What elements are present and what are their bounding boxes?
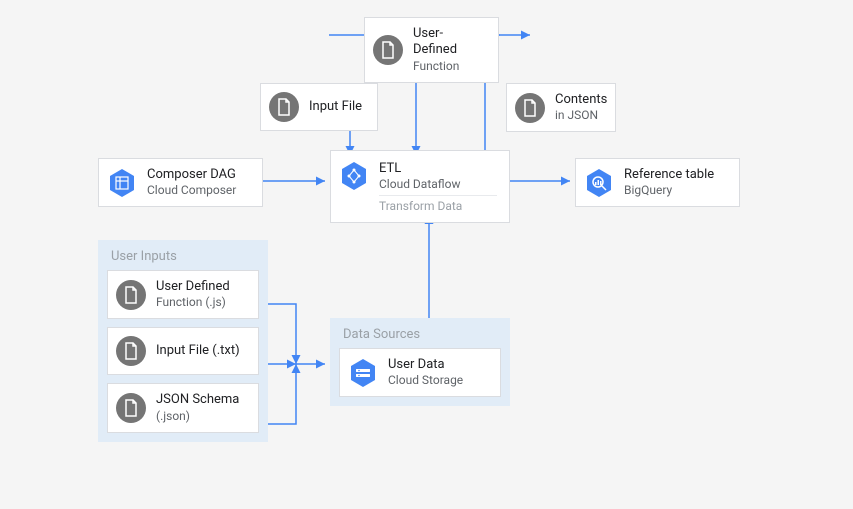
node-title: User-Defined (413, 26, 486, 59)
node-udf-js: User Defined Function (.js) (107, 270, 259, 319)
node-description: Transform Data (379, 195, 497, 214)
node-subtitle: (.json) (156, 409, 239, 424)
document-icon (116, 280, 146, 310)
group-data-sources: Data Sources User Data Cloud Storage (330, 318, 510, 406)
node-subtitle: Function (.js) (156, 295, 230, 310)
node-subtitle: Function (413, 59, 486, 74)
node-user-data: User Data Cloud Storage (339, 348, 501, 397)
node-composer-dag: Composer DAG Cloud Composer (98, 158, 263, 207)
bigquery-icon (584, 168, 614, 198)
group-title: Data Sources (339, 327, 501, 342)
document-icon (116, 393, 146, 423)
node-title: JSON Schema (156, 392, 239, 408)
cloud-storage-icon (348, 358, 378, 388)
node-input-file: Input File (260, 83, 378, 131)
group-user-inputs: User Inputs User Defined Function (.js) … (98, 240, 268, 442)
node-title: Reference table (624, 167, 714, 183)
node-contents-json: Contents in JSON (506, 83, 616, 132)
node-subtitle: Cloud Storage (388, 373, 463, 388)
node-title: Composer DAG (147, 167, 236, 183)
node-title: User Data (388, 357, 463, 373)
node-title: Input File (309, 99, 362, 115)
node-input-txt: Input File (.txt) (107, 327, 259, 375)
cloud-dataflow-icon (339, 161, 369, 191)
document-icon (373, 35, 403, 65)
node-subtitle: BigQuery (624, 183, 714, 198)
node-subtitle: Cloud Composer (147, 183, 236, 198)
node-title: Input File (.txt) (156, 343, 240, 359)
node-etl-dataflow: ETL Cloud Dataflow Transform Data (330, 150, 510, 223)
cloud-composer-icon (107, 168, 137, 198)
document-icon (116, 336, 146, 366)
node-subtitle: Cloud Dataflow (379, 177, 497, 192)
node-reference-table: Reference table BigQuery (575, 158, 740, 207)
document-icon (515, 93, 545, 123)
node-subtitle: in JSON (555, 108, 607, 123)
node-title: Contents (555, 92, 607, 108)
group-title: User Inputs (107, 249, 259, 264)
node-title: ETL (379, 161, 497, 177)
node-title: User Defined (156, 279, 230, 295)
node-user-defined-function: User-Defined Function (364, 17, 499, 83)
document-icon (269, 92, 299, 122)
node-json-schema: JSON Schema (.json) (107, 383, 259, 432)
